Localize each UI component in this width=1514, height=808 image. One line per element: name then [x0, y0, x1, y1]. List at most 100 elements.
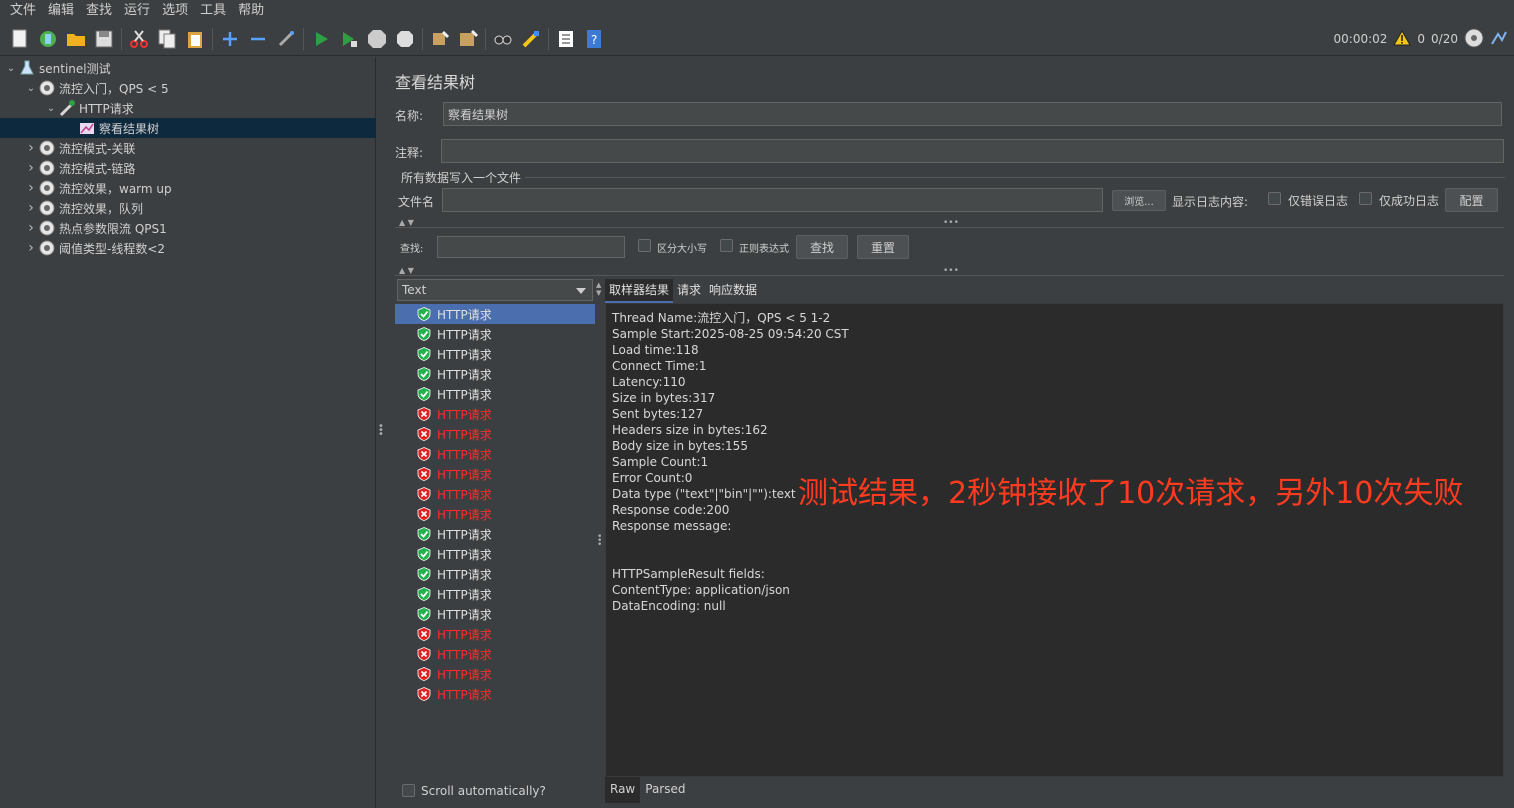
start-icon[interactable] [310, 28, 332, 50]
new-icon[interactable] [9, 28, 31, 50]
menu-item-3[interactable]: 运行 [118, 0, 156, 22]
file-name-field[interactable] [442, 188, 1103, 212]
paste-icon[interactable] [184, 28, 206, 50]
toggle-icon[interactable] [275, 28, 297, 50]
clear-icon[interactable] [429, 28, 451, 50]
open-icon[interactable] [65, 28, 87, 50]
reset-search-icon[interactable] [520, 28, 542, 50]
failure-shield-icon [417, 407, 431, 421]
result-row[interactable]: HTTP请求 [395, 644, 595, 664]
expand-arrow-icon[interactable]: ⌄ [4, 63, 18, 74]
collapse-icon[interactable] [247, 28, 269, 50]
tree-node[interactable]: › 流控效果，队列 [24, 198, 143, 218]
tree-node[interactable]: ⌄ 流控入门，QPS < 5 [24, 78, 169, 98]
start-no-pause-icon[interactable] [338, 28, 360, 50]
result-row[interactable]: HTTP请求 [395, 544, 595, 564]
result-row[interactable]: HTTP请求 [395, 564, 595, 584]
stop-icon[interactable] [366, 28, 388, 50]
tree-node-label: 流控效果，warm up [59, 181, 172, 196]
reset-button[interactable]: 重置 [857, 235, 909, 259]
lower-splitter-dots[interactable]: ••• [943, 266, 959, 276]
function-helper-icon[interactable] [555, 28, 577, 50]
tree-node[interactable]: › 阈值类型-线程数<2 [24, 238, 165, 258]
result-row[interactable]: HTTP请求 [395, 604, 595, 624]
expand-arrow-icon[interactable]: ⌄ [44, 103, 58, 114]
result-label: HTTP请求 [437, 367, 492, 382]
menu-item-1[interactable]: 编辑 [42, 0, 80, 22]
menu-item-4[interactable]: 选项 [156, 0, 194, 22]
clear-all-icon[interactable] [457, 28, 479, 50]
upper-splitter-dots[interactable]: ••• [943, 218, 959, 228]
result-row[interactable]: HTTP请求 [395, 624, 595, 644]
detail-tab-0[interactable]: 取样器结果 [605, 279, 674, 303]
result-row[interactable]: HTTP请求 [395, 664, 595, 684]
view-tab-1[interactable]: Parsed [640, 777, 690, 803]
tree-node[interactable]: ⌄ sentinel测试 [4, 58, 111, 78]
expand-arrow-icon[interactable]: ⌄ [24, 83, 38, 94]
result-row[interactable]: HTTP请求 [395, 584, 595, 604]
tree-node[interactable]: ⌄ HTTP请求 [44, 98, 134, 118]
find-button[interactable]: 查找 [796, 235, 848, 259]
tree-node[interactable]: › 流控效果，warm up [24, 178, 172, 198]
cut-icon[interactable] [128, 28, 150, 50]
search-input[interactable] [437, 236, 625, 258]
collapsed-arrow-icon[interactable]: › [24, 160, 38, 176]
renderer-dropdown[interactable]: Text [397, 279, 593, 301]
search-icon[interactable] [492, 28, 514, 50]
scroll-auto-checkbox[interactable] [402, 784, 415, 797]
result-row[interactable]: HTTP请求 [395, 404, 595, 424]
menu-item-5[interactable]: 工具 [194, 0, 232, 22]
result-row[interactable]: HTTP请求 [395, 304, 595, 324]
log-viewer-icon[interactable] [1490, 30, 1508, 49]
shutdown-icon[interactable] [394, 28, 416, 50]
collapsed-arrow-icon[interactable]: › [24, 180, 38, 196]
result-row[interactable]: HTTP请求 [395, 324, 595, 344]
menu-item-0[interactable]: 文件 [4, 0, 42, 22]
errors-only-checkbox[interactable] [1268, 192, 1281, 205]
result-row[interactable]: HTTP请求 [395, 364, 595, 384]
panel-splitter[interactable]: • • • [376, 57, 384, 808]
regex-checkbox[interactable] [720, 239, 733, 252]
tree-node[interactable]: 察看结果树 [0, 118, 376, 138]
result-row[interactable]: HTTP请求 [395, 504, 595, 524]
detail-tab-2[interactable]: 响应数据 [705, 279, 761, 303]
save-icon[interactable] [93, 28, 115, 50]
result-row[interactable]: HTTP请求 [395, 384, 595, 404]
expand-icon[interactable] [219, 28, 241, 50]
result-row[interactable]: HTTP请求 [395, 524, 595, 544]
result-splitter[interactable]: ▲ ▼ • • • [596, 279, 603, 799]
browse-button[interactable]: 浏览... [1112, 190, 1166, 211]
tree-node[interactable]: › 流控模式-链路 [24, 158, 135, 178]
case-sensitive-checkbox[interactable] [638, 239, 651, 252]
upper-splitter-arrows[interactable]: ▲ ▼ [399, 218, 414, 227]
comment-field[interactable] [441, 139, 1504, 163]
collapsed-arrow-icon[interactable]: › [24, 200, 38, 216]
result-row[interactable]: HTTP请求 [395, 344, 595, 364]
result-row[interactable]: HTTP请求 [395, 444, 595, 464]
view-tab-0[interactable]: Raw [605, 777, 641, 803]
menu-item-6[interactable]: 帮助 [232, 0, 270, 22]
result-row[interactable]: HTTP请求 [395, 464, 595, 484]
configure-button[interactable]: 配置 [1445, 188, 1498, 212]
lower-splitter-arrows[interactable]: ▲ ▼ [399, 266, 414, 275]
success-only-checkbox[interactable] [1359, 192, 1372, 205]
copy-icon[interactable] [156, 28, 178, 50]
remote-globe-icon[interactable] [1464, 28, 1484, 51]
warning-icon[interactable] [1393, 29, 1412, 49]
collapsed-arrow-icon[interactable]: › [24, 220, 38, 236]
templates-icon[interactable] [37, 28, 59, 50]
name-field[interactable]: 察看结果树 [443, 102, 1502, 126]
tree-node[interactable]: › 热点参数限流 QPS1 [24, 218, 167, 238]
help-icon[interactable]: ? [583, 28, 605, 50]
detail-tab-1[interactable]: 请求 [673, 279, 705, 303]
collapsed-arrow-icon[interactable]: › [24, 240, 38, 256]
warning-count: 0 [1417, 32, 1426, 46]
result-row[interactable]: HTTP请求 [395, 424, 595, 444]
result-row[interactable]: HTTP请求 [395, 684, 595, 704]
tree-node[interactable]: › 流控模式-关联 [24, 138, 135, 158]
result-row[interactable]: HTTP请求 [395, 484, 595, 504]
menu-item-2[interactable]: 查找 [80, 0, 118, 22]
result-label: HTTP请求 [437, 407, 492, 422]
collapsed-arrow-icon[interactable]: › [24, 140, 38, 156]
result-label: HTTP请求 [437, 667, 492, 682]
